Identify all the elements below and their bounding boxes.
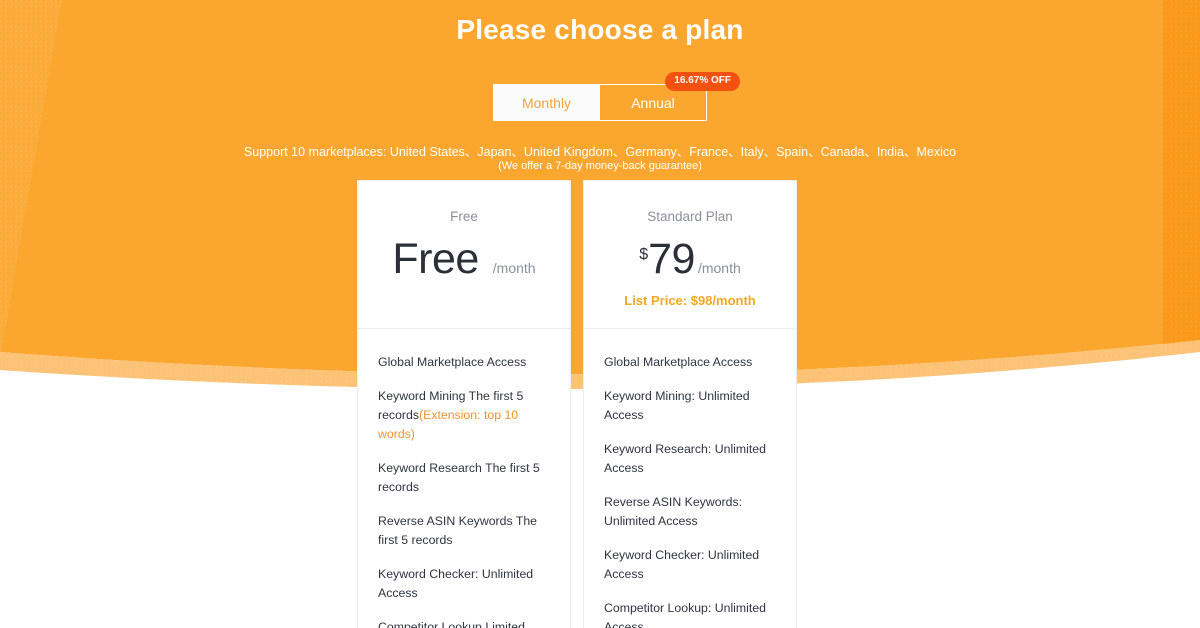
billing-period-toggle[interactable]: Monthly Annual 16.67% OFF xyxy=(493,72,740,121)
plan-price-row: $79/month xyxy=(639,238,741,281)
plan-feature-item: Competitor Lookup: Unlimited Access xyxy=(604,599,778,628)
plan-currency-symbol: $ xyxy=(639,246,649,263)
plan-feature-item: Keyword Research: Unlimited Access xyxy=(604,440,778,478)
plan-feature-item: Competitor Lookup Limited view xyxy=(378,618,552,628)
plan-feature-item: Global Marketplace Access xyxy=(378,353,552,372)
plan-price-row: Free/month xyxy=(392,238,535,281)
plan-feature-item: Keyword Mining The first 5 records(Exten… xyxy=(378,387,552,444)
plan-list-price: List Price: $98/month xyxy=(624,293,756,308)
money-back-guarantee-line: (We offer a 7-day money-back guarantee) xyxy=(498,160,702,172)
plan-feature-text: Global Marketplace Access xyxy=(604,355,753,369)
right-dot-texture xyxy=(1163,0,1200,347)
page-title: Please choose a plan xyxy=(456,14,744,45)
plan-card[interactable]: Free Free/month Global Marketplace Access K… xyxy=(357,180,571,628)
plan-feature-item: Global Marketplace Access xyxy=(604,353,778,372)
plan-name: Free xyxy=(450,209,478,224)
plan-feature-item: Reverse ASIN Keywords The first 5 record… xyxy=(378,512,552,550)
plan-card-header: Standard Plan $79/month List Price: $98/mo… xyxy=(584,181,796,329)
plan-card-header: Free Free/month xyxy=(358,181,570,329)
discount-badge: 16.67% OFF xyxy=(665,72,740,91)
plan-feature-text: Keyword Checker: Unlimited Access xyxy=(604,548,760,582)
plan-price: Free xyxy=(392,235,479,283)
plan-feature-text: Keyword Mining: Unlimited Access xyxy=(604,389,750,423)
plan-feature-text: Reverse ASIN Keywords: Unlimited Access xyxy=(604,495,743,529)
plan-feature-text: Global Marketplace Access xyxy=(378,355,527,369)
left-diagonal-accent xyxy=(0,0,62,360)
plan-name: Standard Plan xyxy=(647,209,733,224)
right-vertical-band xyxy=(1163,0,1200,347)
toggle-monthly[interactable]: Monthly xyxy=(493,84,600,121)
plan-feature-list: Global Marketplace Access Keyword Mining:… xyxy=(584,329,796,628)
plan-feature-item: Keyword Research The first 5 records xyxy=(378,459,552,497)
plan-cards: Free Free/month Global Marketplace Access K… xyxy=(357,180,797,628)
plan-feature-text: Competitor Lookup: Unlimited Access xyxy=(604,601,766,628)
plan-feature-list: Global Marketplace Access Keyword Mining … xyxy=(358,329,570,628)
toggle-annual-wrap: Annual 16.67% OFF xyxy=(600,72,740,121)
plan-feature-item: Keyword Checker: Unlimited Access xyxy=(604,546,778,584)
plan-feature-item: Keyword Checker: Unlimited Access xyxy=(378,565,552,603)
plan-card[interactable]: Standard Plan $79/month List Price: $98/mo… xyxy=(583,180,797,628)
plan-feature-item: Keyword Mining: Unlimited Access xyxy=(604,387,778,425)
left-dot-texture xyxy=(0,0,62,360)
plan-feature-text: Reverse ASIN Keywords The first 5 record… xyxy=(378,514,538,548)
plan-feature-text: Keyword Research: Unlimited Access xyxy=(604,442,766,476)
plan-feature-text: Keyword Research The first 5 records xyxy=(378,461,540,495)
pricing-page: Please choose a plan Monthly Annual 16.6… xyxy=(0,0,1200,628)
marketplace-support-line: Support 10 marketplaces: United States、J… xyxy=(243,145,957,159)
plan-feature-item: Reverse ASIN Keywords: Unlimited Access xyxy=(604,493,778,531)
plan-period: /month xyxy=(697,260,741,276)
plan-feature-text: Keyword Checker: Unlimited Access xyxy=(378,567,534,601)
plan-feature-text: Competitor Lookup Limited view xyxy=(378,620,525,628)
plan-period: /month xyxy=(492,260,536,276)
plan-price: 79 xyxy=(648,235,695,283)
